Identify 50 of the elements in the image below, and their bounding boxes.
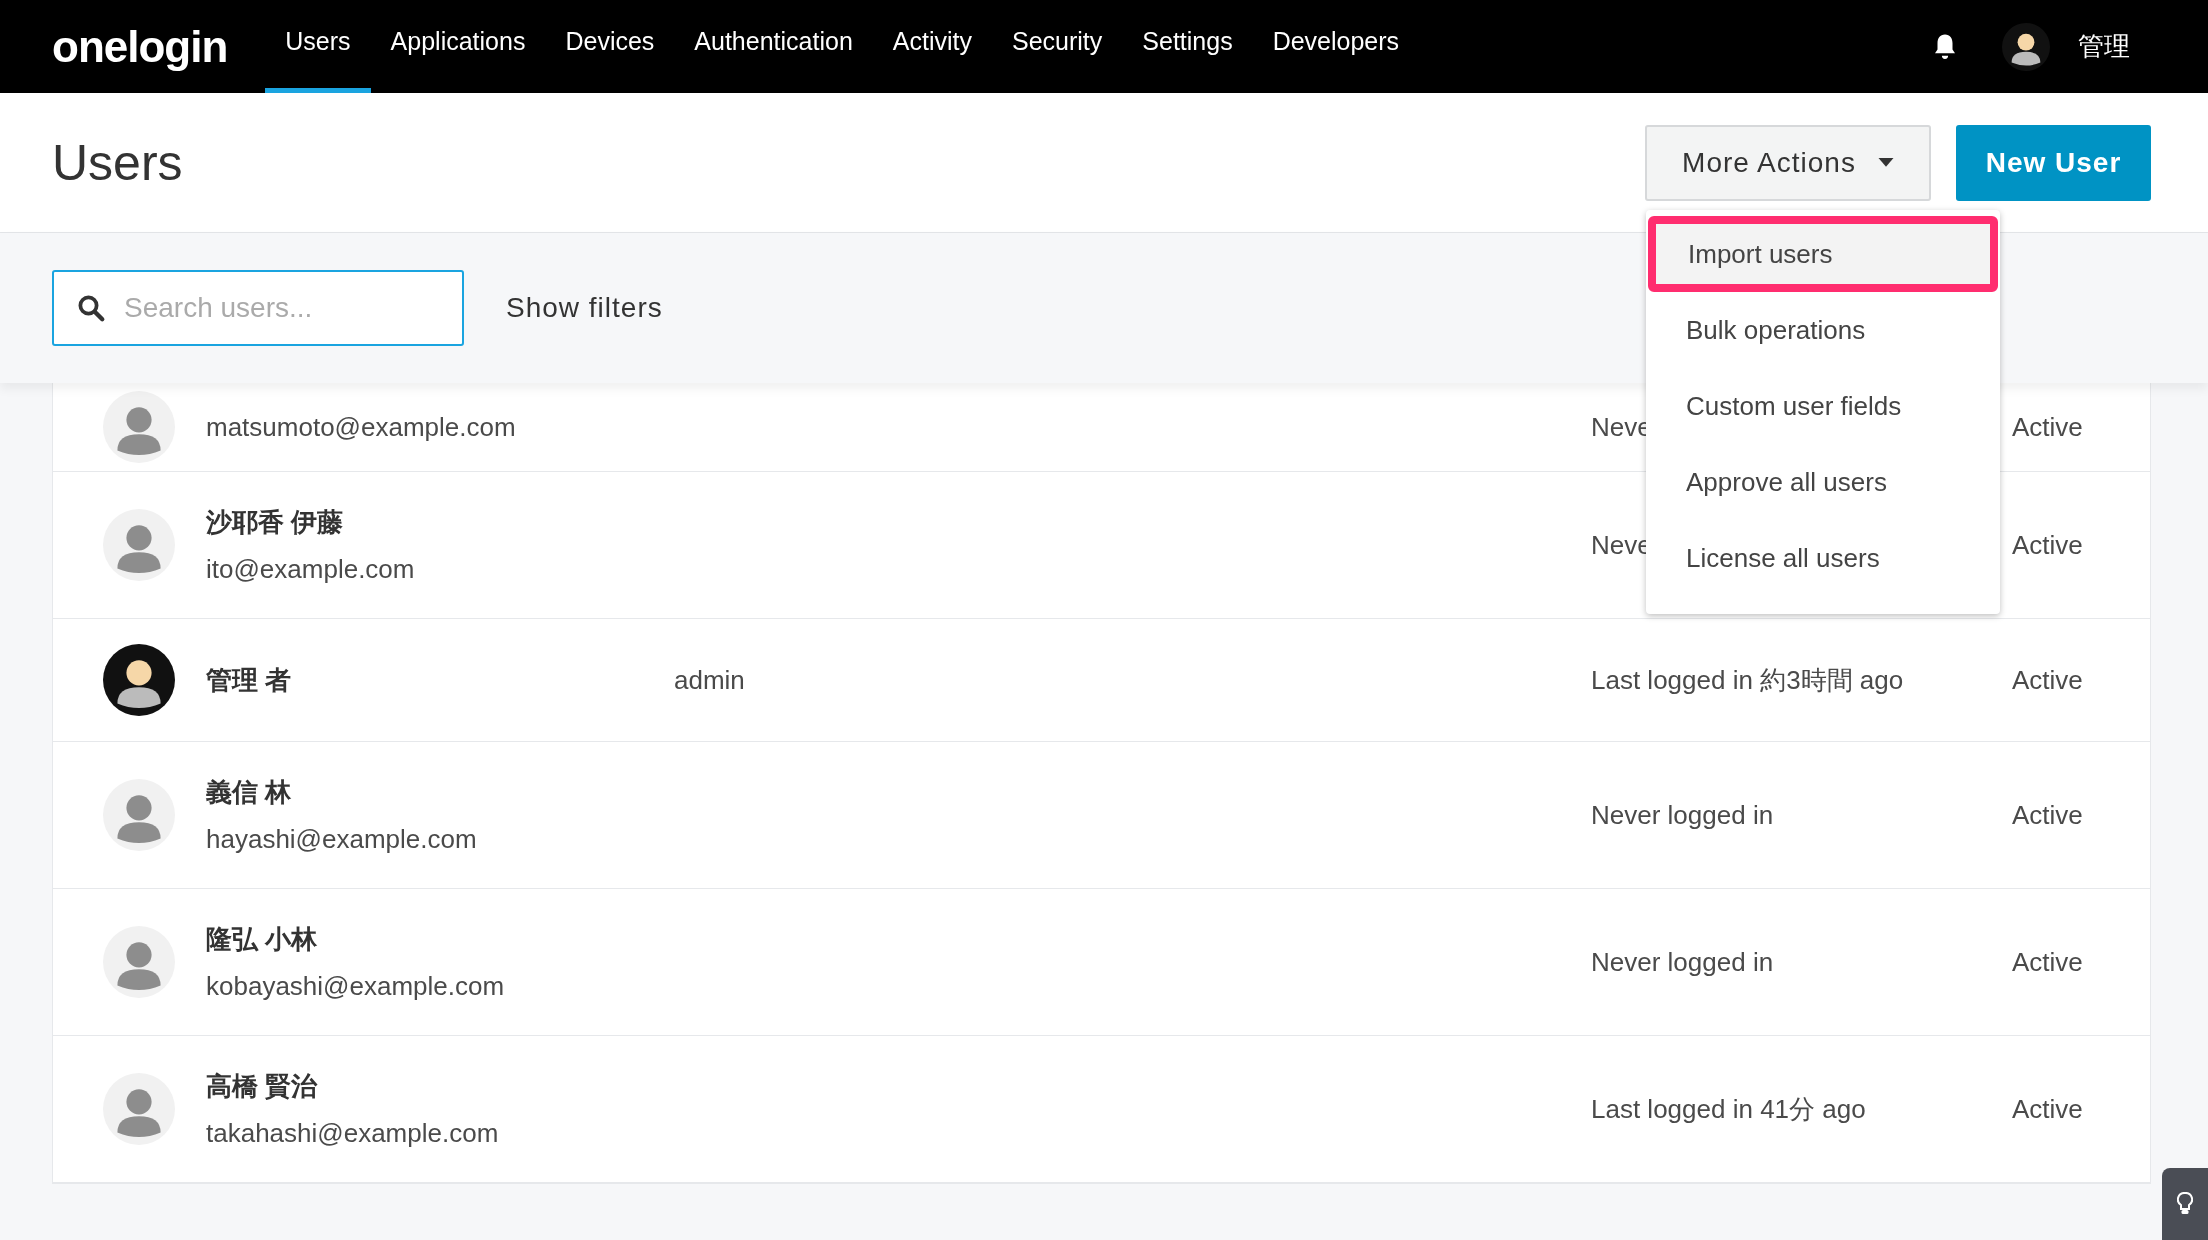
avatar-icon	[103, 391, 175, 463]
lightbulb-icon	[2177, 1192, 2193, 1216]
menu-item[interactable]: Bulk operations	[1646, 292, 2000, 368]
menu-item[interactable]: Import users	[1648, 216, 1998, 292]
menu-item[interactable]: Custom user fields	[1646, 368, 2000, 444]
user-status: Active	[2012, 799, 2083, 830]
last-login: Last logged in 41分 ago	[1591, 1093, 1866, 1124]
avatar-icon	[103, 926, 175, 998]
avatar-icon	[2002, 22, 2050, 71]
user-status: Active	[2012, 946, 2083, 977]
nav-tab[interactable]: Authentication	[674, 0, 873, 93]
user-name: 高橋 賢治	[206, 1070, 319, 1103]
search-field[interactable]: Search users...	[52, 270, 464, 346]
user-email: matsumoto@example.com	[206, 411, 517, 443]
nav-tab[interactable]: Devices	[545, 0, 675, 93]
more-actions-button[interactable]: More Actions	[1645, 124, 1931, 201]
user-status: Active	[2012, 529, 2083, 560]
user-email: takahashi@example.com	[206, 1118, 500, 1149]
user-email: ito@example.com	[206, 554, 416, 585]
last-login: Never logged in	[1591, 946, 1774, 977]
avatar-icon	[103, 1073, 175, 1145]
nav-tab[interactable]: Applications	[370, 0, 546, 93]
avatar-icon	[103, 644, 175, 716]
nav-tab[interactable]: Settings	[1122, 0, 1253, 93]
help-button[interactable]	[2162, 1168, 2208, 1240]
nav-tab[interactable]: Activity	[872, 0, 992, 93]
last-login: Last logged in 約3時間 ago	[1591, 664, 1904, 695]
username: admin	[674, 664, 745, 695]
show-filters-link[interactable]: Show filters	[506, 292, 663, 324]
logo[interactable]: onelogin	[52, 21, 228, 72]
menu-item[interactable]: Approve all users	[1646, 444, 2000, 520]
nav-tab[interactable]: Developers	[1252, 0, 1420, 93]
menu-item[interactable]: License all users	[1646, 520, 2000, 596]
avatar-icon	[103, 509, 175, 581]
user-status: Active	[2012, 1093, 2083, 1124]
user-name: 管理 者	[206, 663, 293, 697]
avatar-icon	[103, 779, 175, 851]
user-status: Active	[2012, 664, 2083, 695]
nav-tab[interactable]: Security	[992, 0, 1123, 93]
caret-icon	[1877, 157, 1894, 168]
user-email: hayashi@example.com	[206, 824, 478, 855]
user-name: 隆弘 小林	[206, 923, 319, 956]
user-status: Active	[2012, 411, 2083, 442]
user-name: 義信 林	[206, 776, 293, 809]
page-title: Users	[52, 133, 183, 192]
new-user-button[interactable]: New User	[1956, 124, 2151, 201]
user-name: 沙耶香 伊藤	[206, 506, 345, 539]
last-login: Never logged in	[1591, 799, 1774, 830]
user-email: kobayashi@example.com	[206, 971, 506, 1002]
account-name[interactable]: 管理	[2078, 29, 2130, 64]
